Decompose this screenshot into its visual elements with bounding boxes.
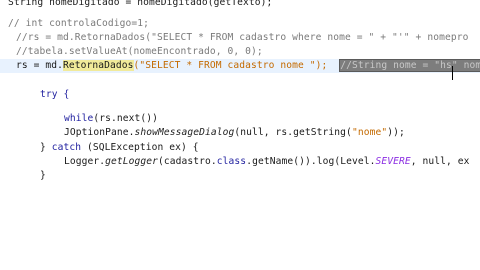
code-token: SEVERE <box>375 156 411 167</box>
selected-text: //String nome = "hs" nome d <box>339 59 480 72</box>
code-token: ("SELECT * FROM cadastro nome "); <box>133 60 340 71</box>
code-token: (rs.next()) <box>93 113 159 124</box>
code-token: "nome" <box>351 127 388 138</box>
text-cursor <box>452 66 453 80</box>
code-token: //rs = md.RetornaDados("SELECT * FROM ca… <box>16 32 469 43</box>
code-token: )); <box>387 127 405 138</box>
code-token: while <box>64 113 94 124</box>
code-token: JOptionPane. <box>64 127 135 138</box>
code-line[interactable]: Logger.getLogger(cadastro.class.getName(… <box>0 155 480 169</box>
code-line[interactable]: //tabela.setValueAt(nomeEncontrado, 0, 0… <box>0 45 480 59</box>
code-token: (cadastro. <box>158 156 217 167</box>
code-token: .getName()).log(Level. <box>246 156 376 167</box>
code-token: String nomeDigitado = nomeDigitado(getTe… <box>8 0 273 8</box>
code-line[interactable]: try { <box>0 88 480 102</box>
code-line[interactable]: while(rs.next()) <box>0 112 480 126</box>
code-token: showMessageDialog <box>134 127 235 138</box>
code-line[interactable]: rs = md.RetornaDados("SELECT * FROM cada… <box>0 59 480 73</box>
code-token: RetornaDados <box>63 60 134 71</box>
code-token: rs = md. <box>16 60 64 71</box>
code-line[interactable]: } <box>0 169 480 183</box>
code-token: (SQLException ex) { <box>81 142 199 153</box>
code-token: (null, rs.getString( <box>234 127 352 138</box>
code-line[interactable]: } catch (SQLException ex) { <box>0 141 480 155</box>
code-token: } <box>40 170 46 181</box>
code-token: class <box>216 156 247 167</box>
code-token: , null, ex <box>410 156 470 167</box>
code-line[interactable]: //rs = md.RetornaDados("SELECT * FROM ca… <box>0 31 480 45</box>
code-line[interactable]: JOptionPane.showMessageDialog(null, rs.g… <box>0 126 480 140</box>
code-token: getLogger <box>105 156 159 167</box>
code-token: } <box>40 142 52 153</box>
code-token: Logger. <box>64 156 106 167</box>
code-line[interactable]: String nomeDigitado = nomeDigitado(getTe… <box>0 0 480 10</box>
code-token: //tabela.setValueAt(nomeEncontrado, 0, 0… <box>16 46 263 57</box>
code-editor[interactable]: String nomeDigitado = nomeDigitado(getTe… <box>0 0 480 270</box>
code-token: catch <box>51 142 82 153</box>
code-line[interactable]: // int controlaCodigo=1; <box>0 17 480 31</box>
code-token: try { <box>40 89 70 100</box>
code-token: // int controlaCodigo=1; <box>8 18 150 29</box>
